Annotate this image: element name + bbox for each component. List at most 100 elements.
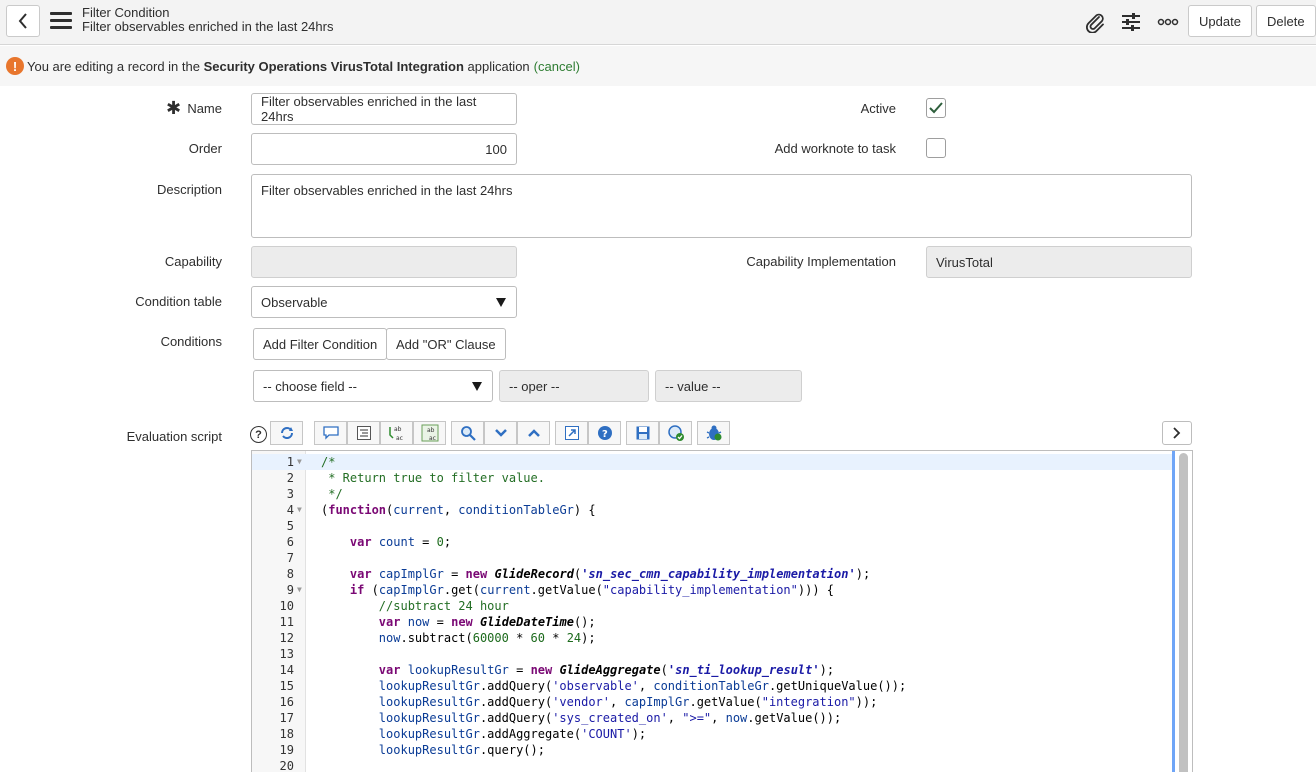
code-line[interactable]: 10 //subtract 24 hour bbox=[252, 598, 1172, 614]
worknote-label: Add worknote to task bbox=[774, 141, 896, 156]
capability-field[interactable] bbox=[251, 246, 517, 278]
operator-select[interactable]: -- oper -- bbox=[499, 370, 649, 402]
replace-all-icon: abac bbox=[421, 424, 438, 442]
checkmark-icon bbox=[929, 102, 943, 114]
fold-arrow-icon[interactable]: ▼ bbox=[297, 502, 302, 518]
search-next-button[interactable] bbox=[484, 421, 517, 445]
add-or-clause-button[interactable]: Add "OR" Clause bbox=[386, 328, 506, 360]
active-checkbox[interactable] bbox=[926, 98, 946, 118]
line-number: 5 bbox=[286, 519, 294, 533]
code-line[interactable]: 5 bbox=[252, 518, 1172, 534]
toggle-syntax-button[interactable] bbox=[270, 421, 303, 445]
expand-panel-button[interactable] bbox=[1162, 421, 1192, 445]
fold-arrow-icon[interactable]: ▼ bbox=[297, 454, 302, 470]
code-line[interactable]: 1 ▼ /* bbox=[252, 454, 1172, 470]
capability-implementation-label: Capability Implementation bbox=[746, 254, 896, 269]
code-text: var lookupResultGr = new GlideAggregate(… bbox=[378, 663, 835, 677]
order-field[interactable]: 100 bbox=[251, 133, 517, 165]
code-text: //subtract 24 hour bbox=[378, 599, 509, 613]
code-text: now.subtract(60000 * 60 * 24); bbox=[378, 631, 596, 645]
description-label: Description bbox=[156, 182, 222, 197]
comment-icon bbox=[322, 426, 339, 440]
delete-button[interactable]: Delete bbox=[1256, 5, 1316, 37]
replace-all-button[interactable]: ab ac bbox=[413, 421, 446, 445]
value-field[interactable]: -- value -- bbox=[655, 370, 802, 402]
line-number: 10 bbox=[279, 599, 294, 613]
script-check-button[interactable] bbox=[659, 421, 692, 445]
fold-arrow-icon[interactable]: ▼ bbox=[297, 582, 302, 598]
code-line[interactable]: 17 lookupResultGr.addQuery('sys_created_… bbox=[252, 710, 1172, 726]
help-icon[interactable]: ? bbox=[250, 426, 267, 443]
line-number: 3 bbox=[286, 487, 294, 501]
code-text: * Return true to filter value. bbox=[321, 471, 545, 485]
line-number: 15 bbox=[279, 679, 294, 693]
condition-table-select[interactable]: Observable bbox=[251, 286, 517, 318]
context-menu-icon[interactable] bbox=[50, 12, 72, 32]
code-text: var now = new GlideDateTime(); bbox=[378, 615, 596, 629]
line-number: 18 bbox=[279, 727, 294, 741]
notice-app-name: Security Operations VirusTotal Integrati… bbox=[203, 58, 464, 74]
code-text: lookupResultGr.query(); bbox=[378, 743, 545, 757]
line-number: 20 bbox=[279, 759, 294, 772]
code-line[interactable]: 18 lookupResultGr.addAggregate('COUNT'); bbox=[252, 726, 1172, 742]
debug-button[interactable] bbox=[697, 421, 730, 445]
code-line[interactable]: 11 var now = new GlideDateTime(); bbox=[252, 614, 1172, 630]
svg-text:ab: ab bbox=[394, 426, 402, 433]
toggle-syntax-icon bbox=[280, 427, 293, 439]
code-line[interactable]: 20 bbox=[252, 758, 1172, 772]
choose-field-value: -- choose field -- bbox=[263, 378, 357, 394]
code-line[interactable]: 16 lookupResultGr.addQuery('vendor', cap… bbox=[252, 694, 1172, 710]
search-previous-button[interactable] bbox=[517, 421, 550, 445]
fullscreen-button[interactable] bbox=[555, 421, 588, 445]
name-field[interactable]: Filter observables enriched in the last … bbox=[251, 93, 517, 125]
scope-notice: ! You are editing a record in the Securi… bbox=[0, 46, 1316, 86]
code-line[interactable]: 7 bbox=[252, 550, 1172, 566]
choose-field-select[interactable]: -- choose field -- bbox=[253, 370, 493, 402]
code-line[interactable]: 14 var lookupResultGr = new GlideAggrega… bbox=[252, 662, 1172, 678]
code-line[interactable]: 9 ▼ if (capImplGr.get(current.getValue("c… bbox=[252, 582, 1172, 598]
line-number: 7 bbox=[286, 551, 294, 565]
description-field[interactable]: Filter observables enriched in the last … bbox=[251, 174, 1192, 238]
code-line[interactable]: 2 * Return true to filter value. bbox=[252, 470, 1172, 486]
worknote-checkbox[interactable] bbox=[926, 138, 946, 158]
code-line[interactable]: 3 */ bbox=[252, 486, 1172, 502]
editor-scrollbar[interactable] bbox=[1179, 453, 1188, 772]
attachment-icon[interactable] bbox=[1083, 10, 1107, 34]
more-options-icon[interactable] bbox=[1156, 10, 1180, 34]
format-code-button[interactable] bbox=[347, 421, 380, 445]
capability-implementation-field[interactable]: VirusTotal bbox=[926, 246, 1192, 278]
line-number: 8 bbox=[286, 567, 294, 581]
script-editor[interactable]: 1 ▼/* 2 * Return true to filter value. 3 */… bbox=[251, 450, 1193, 772]
form-title-table: Filter Condition bbox=[82, 5, 170, 20]
chevron-right-icon bbox=[1173, 427, 1181, 439]
line-number: 2 bbox=[286, 471, 294, 485]
code-line[interactable]: 15 lookupResultGr.addQuery('observable',… bbox=[252, 678, 1172, 694]
code-line[interactable]: 4 ▼ (function(current, conditionTableGr) { bbox=[252, 502, 1172, 518]
cancel-link[interactable]: (cancel) bbox=[534, 59, 580, 74]
line-number: 4 bbox=[286, 503, 294, 517]
update-button[interactable]: Update bbox=[1188, 5, 1252, 37]
code-line[interactable]: 19 lookupResultGr.query(); bbox=[252, 742, 1172, 758]
name-label: ✱ Name bbox=[166, 98, 222, 118]
editor-help-button[interactable]: ? bbox=[588, 421, 621, 445]
code-text: */ bbox=[321, 487, 343, 501]
conditions-label: Conditions bbox=[160, 334, 222, 349]
personalize-form-icon[interactable] bbox=[1119, 10, 1143, 34]
code-line[interactable]: 12 now.subtract(60000 * 60 * 24); bbox=[252, 630, 1172, 646]
dropdown-arrow-icon bbox=[496, 298, 506, 307]
add-filter-condition-button[interactable]: Add Filter Condition bbox=[253, 328, 388, 360]
code-text: (function(current, conditionTableGr) { bbox=[321, 503, 596, 517]
comment-button[interactable] bbox=[314, 421, 347, 445]
dropdown-arrow-icon bbox=[472, 382, 482, 391]
fullscreen-icon bbox=[564, 426, 579, 440]
replace-button[interactable]: ab ac bbox=[380, 421, 413, 445]
debug-icon bbox=[706, 425, 721, 441]
back-button[interactable] bbox=[6, 5, 40, 37]
code-line[interactable]: 13 bbox=[252, 646, 1172, 662]
search-button[interactable] bbox=[451, 421, 484, 445]
line-number: 17 bbox=[279, 711, 294, 725]
code-line[interactable]: 6 var count = 0; bbox=[252, 534, 1172, 550]
code-line[interactable]: 8 var capImplGr = new GlideRecord('sn_se… bbox=[252, 566, 1172, 582]
save-script-button[interactable] bbox=[626, 421, 659, 445]
format-icon bbox=[356, 426, 371, 440]
